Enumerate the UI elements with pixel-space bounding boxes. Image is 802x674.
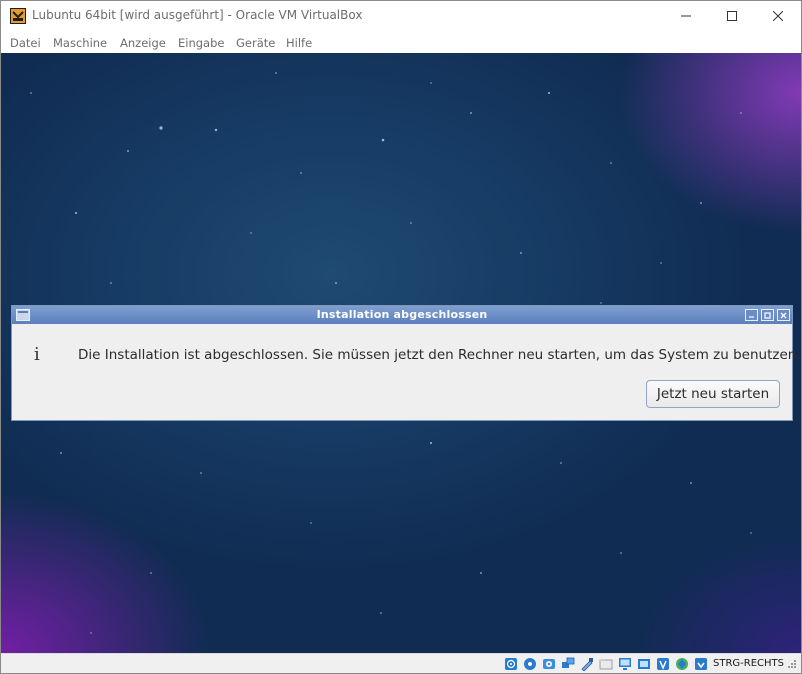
menu-anzeige[interactable]: Anzeige: [120, 36, 166, 50]
maximize-icon: [764, 311, 771, 319]
usb-icon[interactable]: [580, 657, 594, 671]
dialog-titlebar[interactable]: Installation abgeschlossen: [12, 306, 792, 324]
resize-grip-icon[interactable]: [786, 660, 796, 670]
statusbar: STRG-RECHTS: [1, 653, 801, 673]
host-key-label: STRG-RECHTS: [713, 658, 784, 669]
installation-complete-dialog: Installation abgeschlossen i Die Install…: [11, 305, 801, 421]
info-icon: i: [34, 344, 40, 365]
hard-disk-icon[interactable]: [504, 657, 518, 671]
maximize-icon: [727, 11, 737, 21]
mouse-integration-icon[interactable]: [675, 657, 689, 671]
minimize-icon: [681, 15, 691, 17]
close-button[interactable]: [755, 1, 801, 31]
virtualization-icon[interactable]: [656, 657, 670, 671]
menu-eingabe[interactable]: Eingabe: [178, 36, 224, 50]
window-titlebar[interactable]: Lubuntu 64bit [wird ausgeführt] - Oracle…: [1, 1, 801, 31]
keyboard-capture-icon[interactable]: [694, 657, 708, 671]
maximize-button[interactable]: [709, 1, 755, 31]
shared-folders-icon[interactable]: [599, 657, 613, 671]
close-icon: [780, 312, 787, 318]
display-icon[interactable]: [618, 657, 632, 671]
close-icon: [773, 11, 783, 21]
dialog-title: Installation abgeschlossen: [316, 308, 488, 321]
network-icon[interactable]: [561, 657, 575, 671]
dialog-maximize-button[interactable]: [761, 309, 774, 321]
menu-hilfe[interactable]: Hilfe: [286, 36, 312, 50]
vm-display[interactable]: Installation abgeschlossen i Die Install…: [1, 53, 801, 653]
menu-datei[interactable]: Datei: [10, 36, 41, 50]
dialog-close-button[interactable]: [777, 309, 790, 321]
virtualbox-app-icon: [10, 8, 26, 24]
restart-now-button[interactable]: Jetzt neu starten: [646, 380, 780, 408]
minimize-icon: [749, 315, 754, 318]
menu-geraete[interactable]: Geräte: [236, 36, 275, 50]
minimize-button[interactable]: [663, 1, 709, 31]
menu-maschine[interactable]: Maschine: [53, 36, 107, 50]
video-capture-icon[interactable]: [637, 657, 651, 671]
window-title: Lubuntu 64bit [wird ausgeführt] - Oracle…: [32, 8, 363, 22]
virtualbox-window: Lubuntu 64bit [wird ausgeführt] - Oracle…: [0, 0, 802, 674]
dialog-message: Die Installation ist abgeschlossen. Sie …: [78, 347, 801, 363]
optical-drive-icon[interactable]: [523, 657, 537, 671]
audio-icon[interactable]: [542, 657, 556, 671]
dialog-minimize-button[interactable]: [745, 309, 758, 321]
menubar: Datei Maschine Anzeige Eingabe Geräte Hi…: [1, 31, 801, 53]
